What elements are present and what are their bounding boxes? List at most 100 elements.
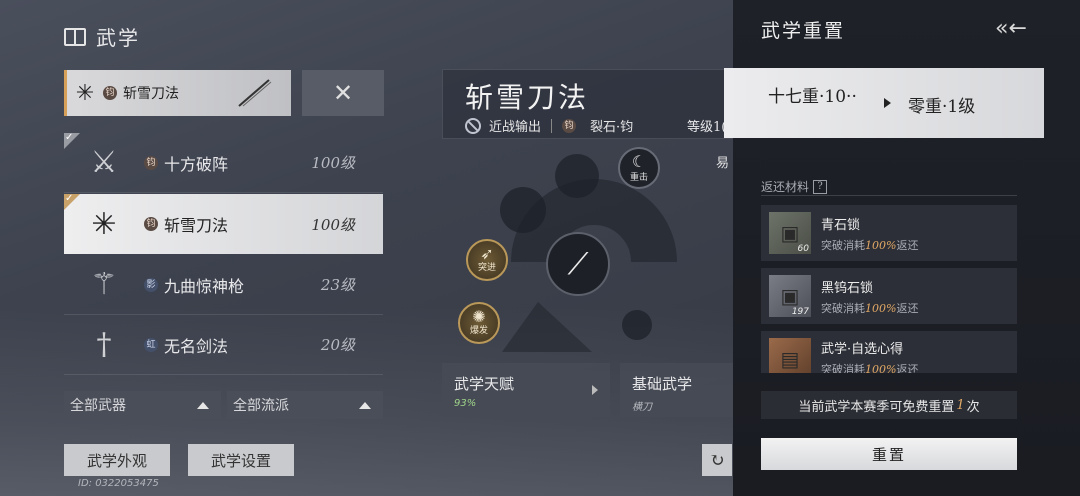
tier-badge: 钧 — [103, 86, 117, 100]
skill-list-item[interactable]: † 虹无名剑法 20级 — [64, 315, 383, 375]
weapon-filter-value: 全部武器 — [70, 398, 126, 414]
material-name: 黑钨石锁 — [821, 280, 874, 296]
snow-blade-icon: ✳ — [75, 80, 95, 106]
burst-icon: ✺ — [472, 307, 486, 326]
basic-skill-tab[interactable]: 基础武学 横刀 — [620, 363, 733, 417]
main-skill-slot[interactable]: ⟋ — [546, 232, 610, 296]
material-desc-suffix: 返还 — [896, 238, 919, 252]
free-note-count: 1 — [956, 397, 965, 413]
materials-header: 返还材料 ? — [761, 178, 828, 195]
skill-grade: 等级1( — [687, 120, 727, 135]
reset-button[interactable]: 重置 — [761, 438, 1017, 470]
empty-skill-slot[interactable] — [555, 154, 599, 198]
material-item[interactable]: ▤ 武学·自选心得 突破消耗100%返还 — [761, 331, 1017, 373]
checkmark-corner: ✓ — [64, 132, 80, 149]
tier-badge: 钧 — [144, 217, 158, 231]
caret-up-icon — [197, 401, 209, 409]
free-note-text: 当前武学本赛季可免费重置 — [798, 399, 955, 415]
skill-role-tag: 近战输出 — [489, 120, 542, 135]
skill-wheel: ☾ 重击 ⟋ ➶ 突进 ✺ 爆发 — [442, 142, 742, 362]
back-arrow-icon[interactable]: «← — [995, 16, 1027, 41]
school-filter-dropdown[interactable]: 全部流派 — [227, 391, 383, 419]
heavy-attack-label: 重击 — [629, 172, 648, 183]
skill-name: 九曲惊神枪 — [164, 276, 245, 296]
treasure-box-icon: ▤ — [769, 338, 811, 373]
burst-label: 爆发 — [469, 326, 488, 336]
refresh-button[interactable]: ↻ — [702, 444, 732, 476]
swap-weapon-button[interactable]: ✕ — [302, 70, 384, 116]
breakthrough-slot[interactable]: ➶ 突进 — [466, 239, 508, 281]
material-desc-suffix: 返还 — [896, 301, 919, 315]
material-count: 197 — [791, 307, 809, 317]
page-header: 武学 — [64, 22, 140, 51]
page-title: 武学 — [96, 26, 140, 50]
material-name: 武学·自选心得 — [821, 342, 904, 357]
skill-title: 斩雪刀法 — [465, 81, 590, 114]
current-level: 十七重·10·· — [768, 87, 857, 107]
checkmark-corner: ✓ — [64, 193, 80, 210]
tier-badge: 钧 — [144, 155, 158, 170]
divider — [551, 118, 553, 133]
dash-icon: ➶ — [480, 244, 494, 263]
skill-level: 100级 — [311, 215, 355, 234]
empty-skill-slot[interactable] — [500, 187, 546, 233]
empty-skill-slot[interactable] — [622, 310, 652, 340]
skill-name: 十方破阵 — [164, 154, 229, 174]
skill-level: 20级 — [320, 336, 355, 354]
material-item[interactable]: ▣ 197 黑钨石锁 突破消耗100%返还 — [761, 268, 1017, 324]
tungsten-lock-icon: ▣ 197 — [769, 275, 811, 317]
blade-icon — [238, 79, 272, 107]
sword-icon: † — [96, 327, 112, 362]
tier-badge: 钧 — [562, 118, 577, 133]
material-name: 青石锁 — [821, 217, 861, 233]
tier-badge: 影 — [144, 277, 158, 292]
material-count: 60 — [797, 244, 809, 254]
skill-list-item[interactable]: ✓ ⚔ 钧十方破阵 100级 — [64, 132, 383, 193]
free-reset-note: 当前武学本赛季可免费重置 1 次 — [761, 391, 1017, 419]
book-icon — [64, 27, 86, 46]
basic-skill-tab-sub: 横刀 — [632, 402, 652, 413]
talent-tab-title: 武学天赋 — [454, 375, 515, 393]
material-refund-pct: 100% — [865, 238, 897, 252]
skill-school-tag: 裂石·钧 — [590, 120, 634, 135]
breakthrough-label: 突进 — [477, 263, 496, 273]
skill-list-item[interactable]: ⚚ 影九曲惊神枪 23级 — [64, 255, 383, 315]
caret-up-icon — [359, 401, 371, 409]
burst-slot[interactable]: ✺ 爆发 — [458, 302, 500, 344]
chevron-right-icon — [592, 385, 598, 395]
materials-label: 返还材料 — [761, 180, 810, 194]
skill-name: 斩雪刀法 — [164, 216, 229, 235]
talent-tab[interactable]: 武学天赋 93% — [442, 363, 610, 417]
material-desc-suffix: 返还 — [896, 363, 919, 373]
stone-lock-icon: ▣ 60 — [769, 212, 811, 254]
skill-level: 100级 — [311, 154, 355, 172]
help-icon[interactable]: ? — [813, 179, 828, 194]
material-refund-pct: 100% — [865, 363, 897, 373]
appearance-button[interactable]: 武学外观 — [64, 444, 170, 476]
divider — [761, 195, 1017, 196]
material-refund-pct: 100% — [865, 301, 897, 315]
material-desc: 突破消耗 — [821, 363, 865, 373]
skill-name: 无名剑法 — [164, 336, 229, 356]
reset-panel-title: 武学重置 — [761, 20, 846, 42]
heavy-attack-slot[interactable]: ☾ 重击 — [618, 147, 660, 189]
skill-detail-header: 斩雪刀法 近战输出 钧 裂石·钧 等级1( — [442, 69, 742, 139]
melee-icon — [465, 117, 481, 134]
settings-button[interactable]: 武学设置 — [188, 444, 294, 476]
material-desc: 突破消耗 — [821, 238, 865, 252]
material-desc: 突破消耗 — [821, 301, 865, 315]
tier-badge: 虹 — [144, 337, 158, 352]
crescent-icon: ☾ — [631, 151, 647, 171]
skill-level: 23级 — [320, 276, 355, 294]
spear-icon: ⚚ — [90, 267, 118, 302]
skill-list-item-active[interactable]: ✓ ✳ 钧斩雪刀法 100级 — [64, 193, 383, 254]
reset-panel: 武学重置 «← 十七重·10·· 零重·1级 返还材料 ? ▣ 60 青石锁 突破… — [724, 0, 1080, 496]
talent-tab-progress: 93% — [454, 398, 477, 409]
material-item[interactable]: ▣ 60 青石锁 突破消耗100%返还 — [761, 205, 1017, 261]
crossed-blades-icon: ✕ — [332, 79, 354, 107]
free-note-suffix: 次 — [966, 399, 980, 415]
selected-skill-card[interactable]: ✳ 钧 斩雪刀法 — [64, 70, 291, 116]
weapon-filter-dropdown[interactable]: 全部武器 — [64, 391, 221, 419]
slash-icon: ⟋ — [567, 246, 589, 282]
refresh-icon: ↻ — [709, 449, 725, 471]
